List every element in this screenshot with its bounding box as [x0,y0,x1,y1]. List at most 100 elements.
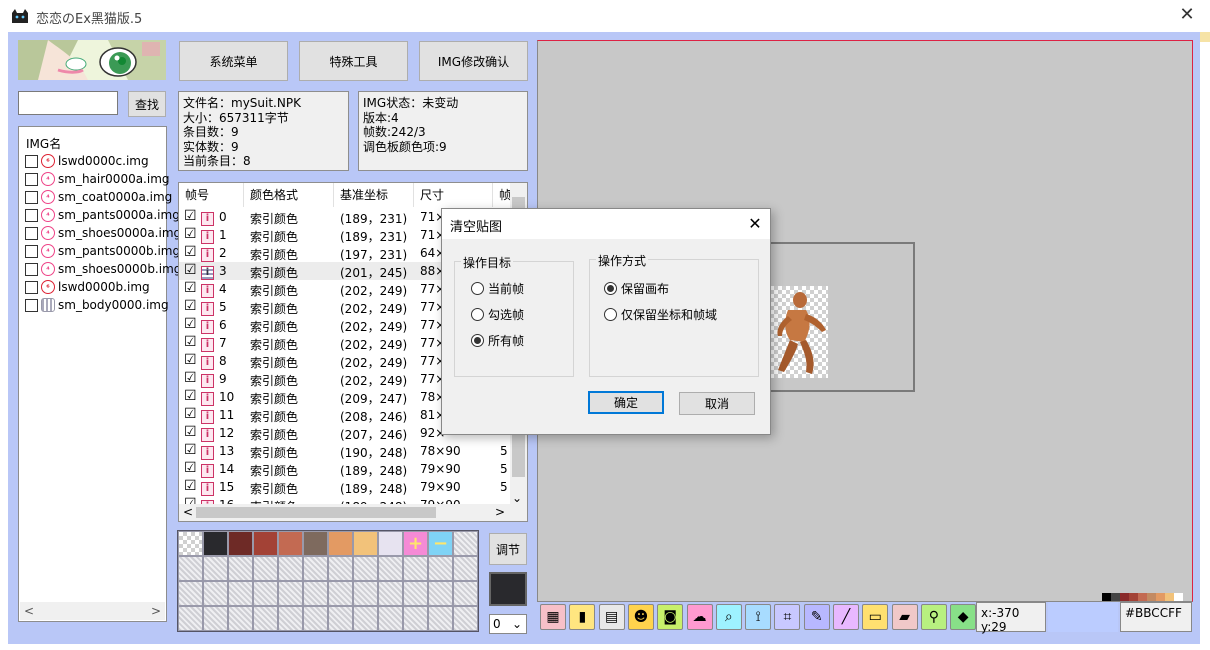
empty-swatch[interactable] [178,556,203,581]
row-checkbox[interactable]: ☑ [184,244,197,260]
search-button[interactable]: 查找 [128,91,166,117]
img-list-item[interactable]: ⁴ sm_coat0000a.img [25,188,172,206]
img-list-item[interactable]: ⁴ sm_pants0000a.img [25,206,180,224]
align-icon[interactable]: ⟟ [745,604,772,630]
empty-swatch[interactable] [328,581,353,606]
search-input[interactable] [18,91,118,115]
pencil-icon[interactable]: ✎ [803,604,830,630]
table-row[interactable]: ☑ i 15 索引颜色 (189，248) 79×90 5 [179,478,512,496]
empty-swatch[interactable] [203,556,228,581]
img-list-item[interactable]: ⁶ lswd0000c.img [25,152,149,170]
palette-index-select[interactable]: 0 ⌄ [489,614,527,634]
rect-icon[interactable]: ▭ [862,604,889,630]
tag-icon[interactable]: ◆ [950,604,977,630]
row-checkbox[interactable]: ☑ [184,424,197,440]
palette-swatch[interactable] [278,531,303,556]
empty-swatch[interactable] [328,556,353,581]
empty-swatch[interactable] [428,581,453,606]
empty-swatch[interactable] [303,581,328,606]
scroll-down-icon[interactable]: ⌄ [512,491,522,505]
palette-swatch[interactable] [228,531,253,556]
item-checkbox[interactable] [25,262,38,276]
empty-swatch[interactable] [428,556,453,581]
row-checkbox[interactable]: ☑ [184,298,197,314]
row-checkbox[interactable]: ☑ [184,388,197,404]
eyedropper-icon[interactable]: ⚲ [920,604,947,630]
crop-icon[interactable]: ⌗ [774,604,801,630]
empty-swatch[interactable] [378,556,403,581]
empty-swatch[interactable] [453,556,478,581]
target-radio[interactable]: 当前帧 [471,280,524,297]
empty-swatch[interactable] [328,606,353,631]
current-color-swatch[interactable] [489,572,527,606]
line-icon[interactable]: ╱ [833,604,859,630]
palette-swatch[interactable] [328,531,353,556]
column-header[interactable]: 颜色格式 [244,183,334,207]
row-checkbox[interactable]: ☑ [184,460,197,476]
scroll-right-icon[interactable]: > [151,604,161,618]
empty-swatch[interactable] [278,581,303,606]
cloud-icon[interactable]: ☁ [686,604,713,630]
empty-swatch[interactable] [228,581,253,606]
frame-table-hscroll[interactable]: < > [179,504,527,521]
img-list-item[interactable]: ⁴ sm_shoes0000b.img [25,260,181,278]
table-icon[interactable]: ▦ [540,604,566,630]
palette-swatch[interactable] [253,531,278,556]
scroll-left-icon[interactable]: < [183,505,193,519]
table-row[interactable]: ☑ i 13 索引颜色 (190，248) 78×90 5 [179,442,512,460]
empty-swatch[interactable] [278,606,303,631]
item-checkbox[interactable] [25,244,38,258]
row-checkbox[interactable]: ☑ [184,280,197,296]
add-color-icon[interactable]: + [403,531,428,556]
palette-swatch[interactable] [353,531,378,556]
remove-color-icon[interactable]: − [428,531,453,556]
empty-swatch[interactable] [353,606,378,631]
bars-icon[interactable]: ▮ [569,604,596,630]
row-checkbox[interactable]: ☑ [184,442,197,458]
column-header[interactable]: 尺寸 [414,183,493,207]
target-radio[interactable]: 所有帧 [471,332,524,349]
table-row[interactable]: ☑ i 14 索引颜色 (189，248) 79×90 5 [179,460,512,478]
sprite-preview[interactable] [770,286,828,378]
window-close-icon[interactable]: ✕ [1176,4,1198,26]
empty-swatch[interactable] [178,606,203,631]
transparent-swatch[interactable] [178,531,203,556]
empty-swatch[interactable] [453,606,478,631]
row-checkbox[interactable]: ☑ [184,406,197,422]
img-list[interactable]: IMG名 ⁶ lswd0000c.img ⁴ sm_hair0000a.img ⁴ sm_… [18,126,181,622]
img-confirm-button[interactable]: IMG修改确认 [419,41,528,81]
empty-swatch[interactable] [353,556,378,581]
adjust-button[interactable]: 调节 [489,533,527,565]
empty-swatch[interactable] [253,581,278,606]
empty-swatch[interactable] [403,581,428,606]
empty-swatch[interactable] [253,556,278,581]
empty-swatch[interactable] [278,556,303,581]
column-header[interactable]: 帧号 [179,183,244,207]
camera-icon[interactable]: ◙ [657,604,684,630]
row-checkbox[interactable]: ☑ [184,478,197,494]
row-checkbox[interactable]: ☑ [184,262,197,278]
img-list-item[interactable]: ⁴ sm_shoes0000a.img [25,224,181,242]
palette-swatch[interactable] [378,531,403,556]
mode-radio[interactable]: 仅保留坐标和帧域 [604,306,717,323]
empty-swatch[interactable] [403,556,428,581]
item-checkbox[interactable] [25,226,38,240]
row-checkbox[interactable]: ☑ [184,370,197,386]
empty-swatch[interactable] [253,606,278,631]
row-checkbox[interactable]: ☑ [184,352,197,368]
film-icon[interactable]: ▤ [598,604,625,630]
scroll-right-icon[interactable]: > [495,505,505,519]
dialog-close-icon[interactable]: ✕ [744,213,766,235]
mode-radio[interactable]: 保留画布 [604,280,669,297]
palette-grid[interactable]: + − [177,530,479,632]
hex-color-value[interactable]: #BBCCFF [1120,602,1192,632]
row-checkbox[interactable]: ☑ [184,208,197,224]
img-list-item[interactable]: ⁴ sm_pants0000b.img [25,242,180,260]
empty-swatch[interactable] [403,606,428,631]
empty-swatch[interactable] [203,581,228,606]
eraser-icon[interactable]: ▰ [891,604,918,630]
empty-swatch[interactable] [303,556,328,581]
img-list-hscroll[interactable]: < > [20,602,165,620]
target-radio[interactable]: 勾选帧 [471,306,524,323]
img-list-item[interactable]: sm_body0000.img [25,296,169,314]
